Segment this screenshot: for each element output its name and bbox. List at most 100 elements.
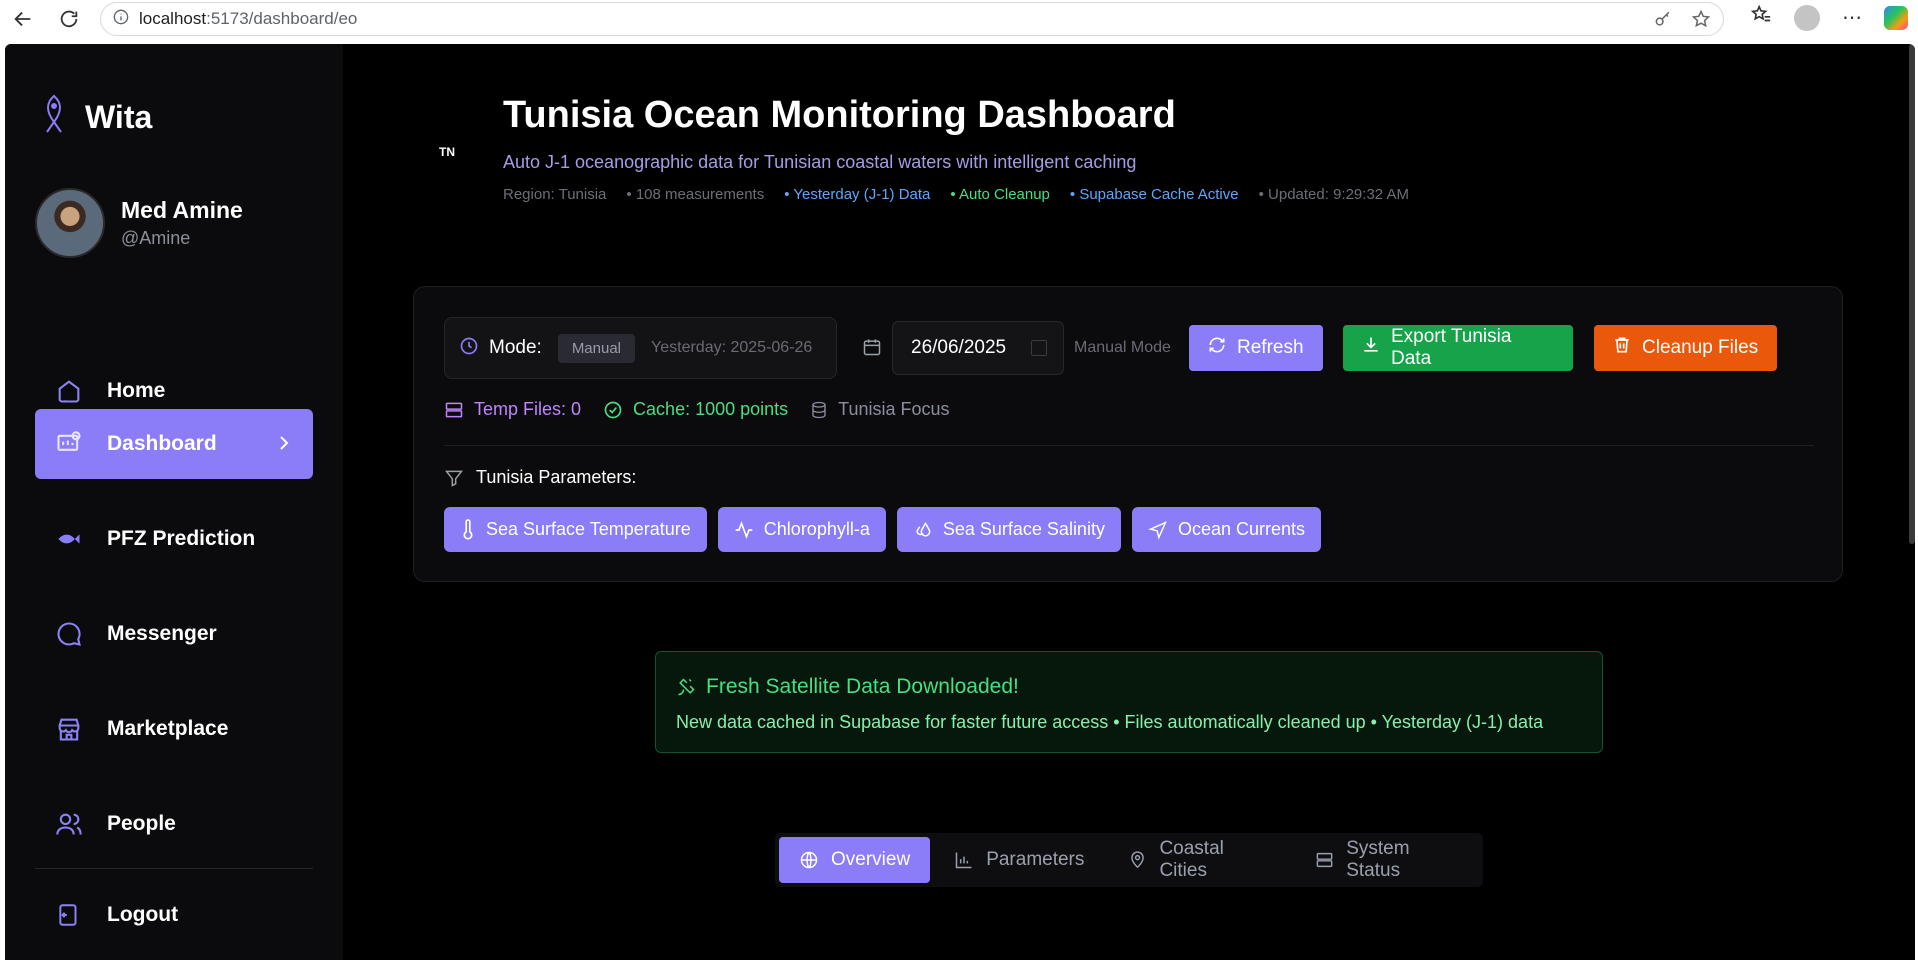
bar-chart-icon [955,852,972,869]
page-title: Tunisia Ocean Monitoring Dashboard [503,94,1176,136]
database-icon [812,401,826,418]
activity-icon [735,520,753,539]
check-circle-icon [604,401,622,418]
key-icon[interactable] [1653,9,1673,34]
info-icon[interactable] [113,9,129,30]
server-status-icon [1316,852,1333,868]
chat-icon [55,620,83,648]
meta-region: Region: Tunisia [503,186,607,203]
status-row: Temp Files: 0 Cache: 1000 points Tunisia… [444,399,950,420]
sidebar-item-pfz-prediction[interactable]: PFZ Prediction [35,504,313,574]
tab-parameters[interactable]: Parameters [934,837,1104,883]
mode-label: Mode: [489,337,542,358]
date-input[interactable]: 26/06/2025 [892,321,1064,375]
user-profile[interactable]: Med Amine @Amine [35,188,243,258]
brand[interactable]: Wita [41,94,152,141]
satellite-icon [678,678,695,696]
meta-updated: Updated: 9:29:32 AM [1259,186,1409,203]
user-handle: @Amine [121,228,191,248]
app-window: Wita Med Amine @Amine Home Dashboard PFZ… [5,44,1915,960]
logout-icon [55,901,83,929]
meta-cache: Supabase Cache Active [1070,186,1238,203]
alert-title: Fresh Satellite Data Downloaded! [676,675,1019,699]
param-chip-chlorophyll[interactable]: Chlorophyll-a [717,507,886,552]
param-chip-salinity[interactable]: Sea Surface Salinity [896,507,1121,552]
page-subtitle: Auto J-1 oceanographic data for Tunisian… [503,152,1137,172]
address-bar[interactable]: localhost:5173/dashboard/eo [100,2,1724,36]
more-icon[interactable]: ⋯ [1842,5,1862,30]
meta-yesterday: Yesterday (J-1) Data [784,186,930,203]
sidebar-item-marketplace[interactable]: Marketplace [35,694,313,764]
param-chip-currents[interactable]: Ocean Currents [1131,507,1322,552]
logout-label: Logout [107,903,179,926]
store-icon [55,715,83,743]
map-pin-icon [1131,851,1145,869]
success-alert: Fresh Satellite Data Downloaded! New dat… [655,651,1603,753]
page-scrollbar[interactable] [1909,44,1915,544]
droplets-icon [916,521,931,536]
reload-icon[interactable] [54,4,84,34]
sidebar-item-label: Home [107,379,166,402]
manual-mode-label: Manual Mode [1074,339,1171,356]
export-label: Export Tunisia Data [1391,326,1512,369]
mode-selector[interactable]: Mode: Manual Yesterday: 2025-06-26 [444,317,837,379]
view-tabs: Overview Parameters Coastal Cities Syste… [775,833,1483,887]
parameter-chips: Sea Surface Temperature Chlorophyll-a Se… [444,507,1322,552]
avatar [35,188,105,258]
panel-divider [444,445,1814,446]
home-icon [55,377,83,405]
date-value: 26/06/2025 [911,337,1007,358]
trash-icon [1612,335,1632,361]
parameters-label: Tunisia Parameters: [444,467,636,488]
refresh-label: Refresh [1237,337,1304,358]
logout-button[interactable]: Logout [35,880,313,950]
sidebar-item-dashboard[interactable]: Dashboard [35,409,313,479]
filter-icon [444,470,464,487]
calendar-icon [862,337,882,362]
cleanup-button[interactable]: Cleanup Files [1594,325,1777,371]
tab-coastal-cities[interactable]: Coastal Cities [1108,837,1291,883]
sidebar-item-messenger[interactable]: Messenger [35,599,313,669]
thermometer-icon [463,518,473,539]
sidebar: Wita Med Amine @Amine Home Dashboard PFZ… [5,44,343,960]
temp-files-status: Temp Files: 0 [444,399,581,420]
export-button[interactable]: Export Tunisia Data [1343,325,1573,371]
mode-value[interactable]: Manual [557,333,636,363]
cleanup-label: Cleanup Files [1642,337,1759,358]
user-name: Med Amine [121,197,243,223]
browser-toolbar: localhost:5173/dashboard/eo ⋯ [0,0,1918,38]
country-badge: TN [439,145,455,159]
brand-name: Wita [85,99,153,135]
sidebar-item-label: PFZ Prediction [107,527,256,550]
copilot-icon[interactable] [1884,5,1908,30]
sidebar-item-label: People [107,812,176,835]
date-picker-icon[interactable] [1031,340,1047,356]
alert-body: New data cached in Supabase for faster f… [676,712,1544,732]
sidebar-item-label: Marketplace [107,717,229,740]
people-icon [55,810,83,838]
profile-icon[interactable] [1794,4,1820,31]
back-icon[interactable] [8,4,38,34]
tab-system-status[interactable]: System Status [1295,837,1483,883]
header-meta: Region: Tunisia 108 measurements Yesterd… [503,186,1409,203]
favorites-icon[interactable] [1750,4,1772,31]
clock-icon [459,336,479,361]
download-icon [1361,335,1381,361]
meta-cleanup: Auto Cleanup [950,186,1050,203]
param-chip-sst[interactable]: Sea Surface Temperature [444,507,707,552]
control-panel: Mode: Manual Yesterday: 2025-06-26 26/06… [413,286,1843,582]
sidebar-divider [35,868,313,869]
server-icon [445,402,463,417]
tab-overview[interactable]: Overview [779,837,931,883]
sidebar-item-people[interactable]: People [35,789,313,859]
url-text: localhost:5173/dashboard/eo [139,9,358,28]
sidebar-item-label: Dashboard [107,432,217,455]
fish-icon [55,525,83,553]
cache-status: Cache: 1000 points [603,399,788,420]
refresh-button[interactable]: Refresh [1189,325,1323,371]
navigation-icon [1148,520,1167,540]
meta-measurements: 108 measurements [626,186,764,203]
star-icon[interactable] [1691,9,1711,34]
globe-icon [800,851,818,869]
sidebar-item-label: Messenger [107,622,217,645]
